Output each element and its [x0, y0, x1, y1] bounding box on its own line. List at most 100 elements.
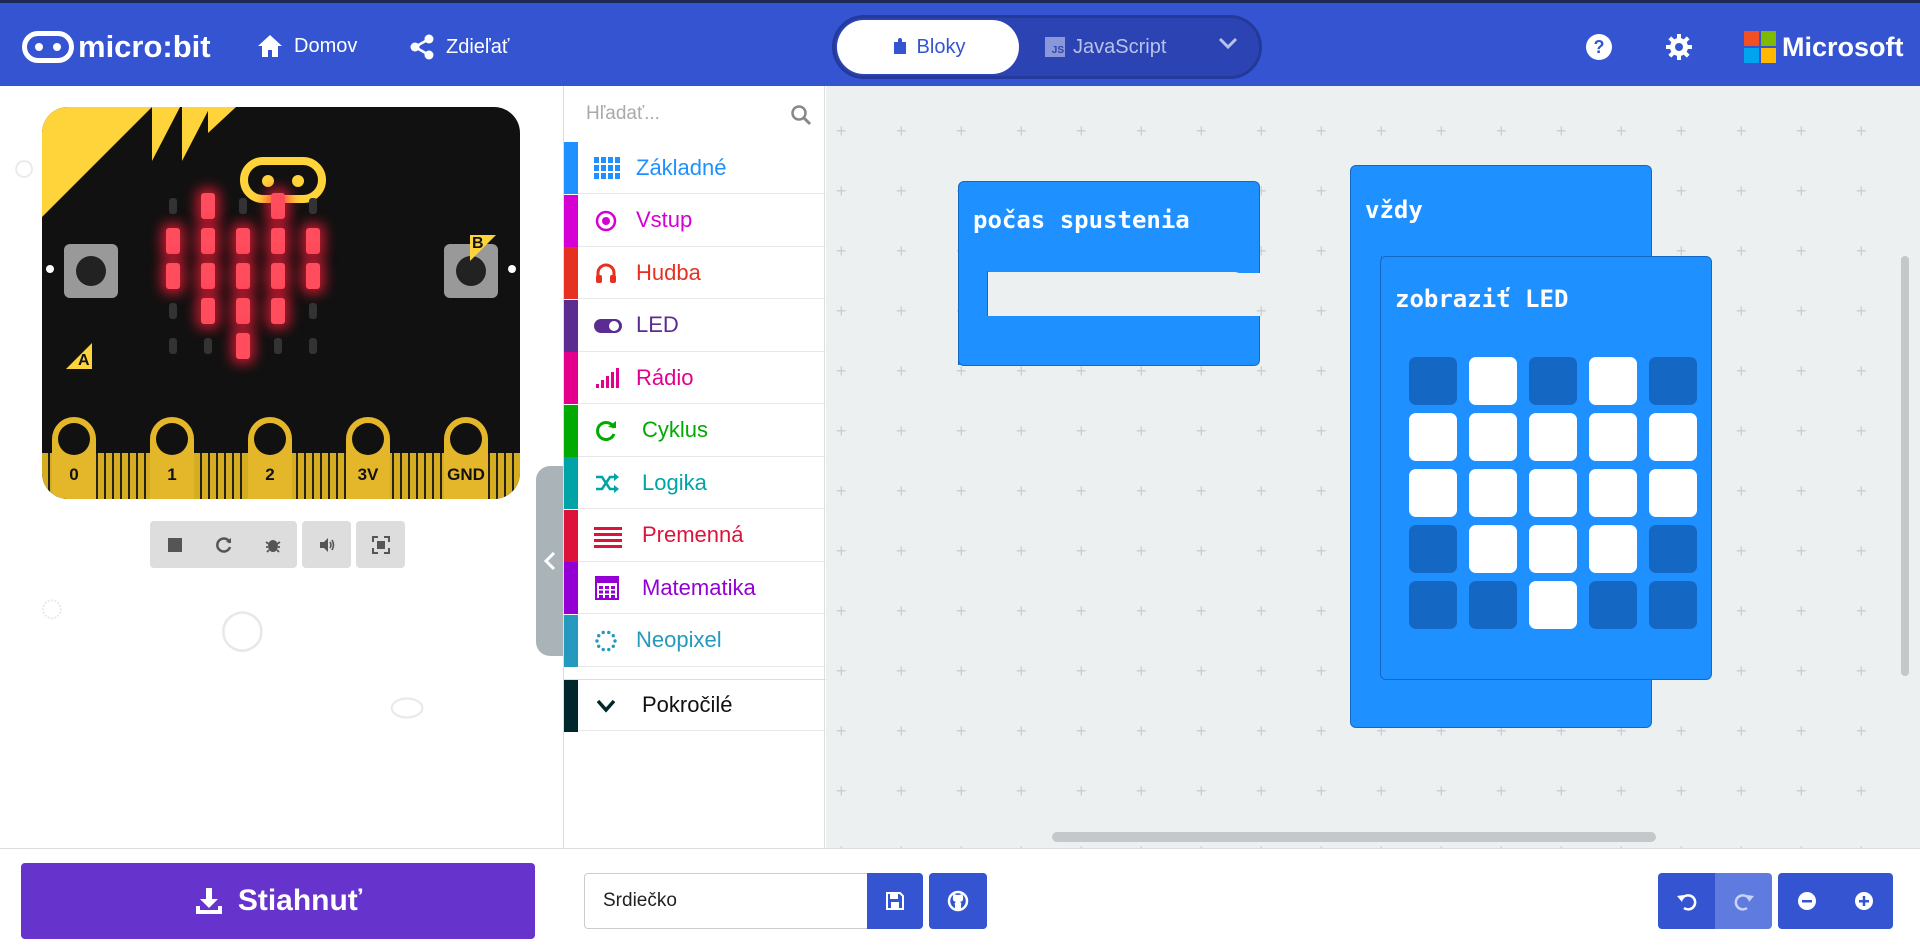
undo-button[interactable]: [1658, 873, 1715, 929]
category-premenná[interactable]: Premenná: [564, 509, 826, 562]
led-editor-cell[interactable]: [1589, 525, 1637, 573]
category-rádio[interactable]: Rádio: [564, 352, 826, 404]
zoom-group: [1778, 873, 1893, 929]
blocks-workspace[interactable]: + + + + + + + + + + + + + + + + + + + + + + + + + + + + + + + + + + + + + + + +…: [826, 86, 1920, 848]
save-icon: [886, 892, 904, 910]
zoom-in-button[interactable]: [1835, 873, 1892, 929]
led-editor-cell[interactable]: [1649, 413, 1697, 461]
led-editor-cell[interactable]: [1409, 525, 1457, 573]
led-editor-cell[interactable]: [1649, 469, 1697, 517]
horizontal-scrollbar[interactable]: [1052, 832, 1656, 842]
grid-mark: +: [836, 121, 847, 141]
grid-mark: +: [1496, 781, 1507, 801]
button-a-label: A: [78, 352, 90, 369]
vertical-scrollbar[interactable]: [1901, 256, 1909, 676]
microbit-logo[interactable]: micro:bit: [22, 29, 211, 65]
led-editor-cell[interactable]: [1409, 357, 1457, 405]
category-color-bar: [564, 509, 578, 562]
on-start-block[interactable]: počas spustenia: [958, 181, 1260, 273]
save-button[interactable]: [867, 873, 923, 929]
led-editor-cell[interactable]: [1649, 525, 1697, 573]
debug-button[interactable]: [248, 521, 297, 568]
simulator-led: [166, 263, 180, 289]
simulator-controls: [150, 521, 410, 568]
category-matematika[interactable]: Matematika: [564, 562, 826, 614]
restart-button[interactable]: [199, 521, 248, 568]
share-button[interactable]: Zdieľať: [408, 33, 509, 61]
mute-button[interactable]: [302, 521, 351, 568]
forever-block[interactable]: vždy: [1350, 165, 1652, 257]
collapse-simulator-button[interactable]: [536, 466, 563, 656]
zoom-out-button[interactable]: [1778, 873, 1835, 929]
category-pokročilé[interactable]: Pokročilé: [564, 679, 826, 732]
category-základné[interactable]: Základné: [564, 142, 826, 194]
board-corner-decoration: [208, 107, 236, 133]
fullscreen-button[interactable]: [356, 521, 405, 568]
button-a[interactable]: [64, 244, 118, 298]
led-editor-cell[interactable]: [1589, 581, 1637, 629]
refresh-icon: [215, 536, 231, 553]
stop-button[interactable]: [150, 521, 199, 568]
grid-mark: +: [1256, 721, 1267, 741]
led-editor-cell[interactable]: [1469, 581, 1517, 629]
category-neopixel[interactable]: Neopixel: [564, 614, 826, 667]
toolbox-search[interactable]: Hľadať...: [564, 86, 826, 142]
pin-gnd[interactable]: GND: [444, 417, 488, 499]
grid-mark: +: [1436, 121, 1447, 141]
gear-icon[interactable]: [1665, 33, 1693, 61]
help-icon[interactable]: ?: [1585, 33, 1613, 61]
blocks-mode-button[interactable]: Bloky: [837, 20, 1019, 74]
simulator-control-group: [302, 521, 351, 568]
category-cyklus[interactable]: Cyklus: [564, 404, 826, 457]
microsoft-logo[interactable]: Microsoft: [1744, 31, 1904, 63]
download-button[interactable]: Stiahnuť: [21, 863, 535, 939]
grid-mark: +: [1316, 481, 1327, 501]
blocks-mode-label: Bloky: [916, 35, 966, 58]
led-editor-cell[interactable]: [1469, 413, 1517, 461]
chevron-down-icon[interactable]: [1217, 36, 1239, 50]
search-input[interactable]: Hľadať...: [586, 103, 660, 125]
javascript-mode-button[interactable]: JS JavaScript: [1045, 20, 1166, 74]
led-editor-cell[interactable]: [1529, 413, 1577, 461]
grid-mark: +: [1736, 181, 1747, 201]
led-editor-cell[interactable]: [1469, 357, 1517, 405]
led-editor-cell[interactable]: [1589, 413, 1637, 461]
led-editor-cell[interactable]: [1589, 357, 1637, 405]
forever-block-footer: [1350, 674, 1652, 728]
pin-0[interactable]: 0: [52, 417, 96, 499]
led-editor-cell[interactable]: [1589, 469, 1637, 517]
category-logika[interactable]: Logika: [564, 457, 826, 509]
github-button[interactable]: [929, 873, 987, 929]
led-editor-cell[interactable]: [1649, 357, 1697, 405]
led-editor-cell[interactable]: [1409, 469, 1457, 517]
svg-text:?: ?: [1594, 37, 1605, 57]
grid-mark: +: [836, 661, 847, 681]
led-editor-cell[interactable]: [1529, 525, 1577, 573]
simulator-led: [236, 263, 250, 289]
category-hudba[interactable]: Hudba: [564, 247, 826, 299]
grid-mark: +: [956, 121, 967, 141]
led-editor-cell[interactable]: [1529, 581, 1577, 629]
project-name-input[interactable]: [584, 873, 868, 929]
led-editor-cell[interactable]: [1649, 581, 1697, 629]
redo-button[interactable]: [1715, 873, 1772, 929]
grid-mark: +: [1256, 541, 1267, 561]
show-leds-block[interactable]: zobraziť LED: [1380, 256, 1712, 680]
category-label: Hudba: [636, 259, 701, 285]
led-editor-cell[interactable]: [1469, 469, 1517, 517]
led-editor-cell[interactable]: [1469, 525, 1517, 573]
pin-3v[interactable]: 3V: [346, 417, 390, 499]
category-led[interactable]: LED: [564, 299, 826, 352]
home-button[interactable]: Domov: [256, 33, 357, 59]
pin-2[interactable]: 2: [248, 417, 292, 499]
search-icon[interactable]: [790, 104, 812, 126]
led-editor-cell[interactable]: [1529, 469, 1577, 517]
grid-mark: +: [1016, 781, 1027, 801]
led-editor-cell[interactable]: [1409, 413, 1457, 461]
led-editor-cell[interactable]: [1529, 357, 1577, 405]
pin-1[interactable]: 1: [150, 417, 194, 499]
grid-mark: +: [896, 361, 907, 381]
led-editor-cell[interactable]: [1409, 581, 1457, 629]
simulator-led: [169, 338, 177, 354]
category-vstup[interactable]: Vstup: [564, 194, 826, 247]
